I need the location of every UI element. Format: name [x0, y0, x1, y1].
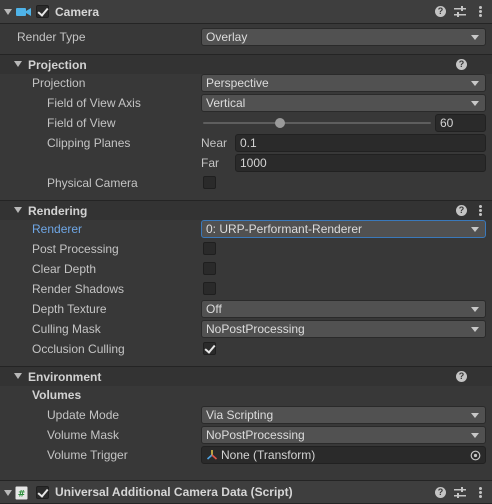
object-picker-icon[interactable] [470, 450, 481, 461]
additional-enabled-checkbox[interactable] [36, 486, 49, 499]
clipping-planes-label: Clipping Planes [47, 136, 131, 150]
render-shadows-checkbox[interactable] [203, 282, 216, 295]
environment-section-header[interactable]: Environment ? [0, 366, 492, 386]
help-icon[interactable]: ? [456, 59, 467, 70]
near-label: Near [201, 136, 228, 150]
help-icon[interactable]: ? [435, 487, 446, 498]
volume-mask-label: Volume Mask [47, 428, 120, 442]
fov-axis-value: Vertical [206, 96, 246, 110]
chevron-down-icon [471, 433, 479, 438]
transform-icon [206, 450, 218, 460]
occlusion-culling-label: Occlusion Culling [32, 342, 125, 356]
update-mode-label: Update Mode [47, 408, 120, 422]
far-value: 1000 [240, 156, 267, 170]
rendering-section-title: Rendering [28, 203, 88, 218]
chevron-down-icon [471, 413, 479, 418]
foldout-arrow-icon[interactable] [14, 61, 22, 67]
depth-texture-value: Off [206, 302, 222, 316]
chevron-down-icon [471, 81, 479, 86]
foldout-arrow-icon[interactable] [14, 373, 22, 379]
presets-icon[interactable] [454, 6, 466, 18]
renderer-value: 0: URP-Performant-Renderer [206, 222, 363, 236]
help-icon[interactable]: ? [456, 371, 467, 382]
kebab-menu-icon[interactable] [479, 487, 482, 498]
render-shadows-label: Render Shadows [32, 282, 125, 296]
chevron-down-icon [471, 327, 479, 332]
help-icon[interactable]: ? [456, 205, 467, 216]
camera-enabled-checkbox[interactable] [36, 5, 49, 18]
projection-label: Projection [32, 76, 86, 90]
chevron-down-icon [471, 101, 479, 106]
clear-depth-checkbox[interactable] [203, 262, 216, 275]
render-type-value: Overlay [206, 30, 248, 44]
kebab-menu-icon[interactable] [479, 205, 482, 216]
projection-section-header[interactable]: Projection ? [0, 54, 492, 74]
rendering-section-header[interactable]: Rendering ? [0, 200, 492, 220]
volume-trigger-label: Volume Trigger [47, 448, 128, 462]
clear-depth-label: Clear Depth [32, 262, 97, 276]
far-label: Far [201, 156, 219, 170]
fov-value: 60 [440, 116, 454, 130]
help-icon[interactable]: ? [435, 6, 446, 17]
fov-label: Field of View [47, 116, 116, 130]
volume-mask-value: NoPostProcessing [206, 428, 305, 442]
volumes-label: Volumes [32, 388, 82, 402]
post-processing-checkbox[interactable] [203, 242, 216, 255]
chevron-down-icon [471, 35, 479, 40]
additional-component-title: Universal Additional Camera Data (Script… [55, 485, 293, 499]
update-mode-dropdown[interactable]: Via Scripting [201, 406, 486, 424]
volume-mask-dropdown[interactable]: NoPostProcessing [201, 426, 486, 444]
depth-texture-label: Depth Texture [32, 302, 107, 316]
projection-dropdown[interactable]: Perspective [201, 74, 486, 92]
render-type-label: Render Type [17, 30, 86, 44]
kebab-menu-icon[interactable] [479, 6, 482, 17]
fov-slider-thumb[interactable] [275, 118, 285, 128]
volume-trigger-value: None (Transform) [221, 448, 316, 462]
camera-component-header[interactable]: Camera ? [0, 0, 492, 24]
projection-value: Perspective [206, 76, 269, 90]
foldout-arrow-icon[interactable] [14, 207, 22, 213]
script-icon: # [15, 486, 28, 500]
renderer-dropdown[interactable]: 0: URP-Performant-Renderer [201, 220, 486, 238]
foldout-arrow-icon[interactable] [4, 490, 12, 496]
post-processing-label: Post Processing [32, 242, 119, 256]
fov-axis-dropdown[interactable]: Vertical [201, 94, 486, 112]
fov-slider-track[interactable] [203, 122, 431, 124]
near-value: 0.1 [240, 136, 257, 150]
render-type-dropdown[interactable]: Overlay [201, 28, 486, 46]
physical-camera-label: Physical Camera [47, 176, 138, 190]
environment-section-title: Environment [28, 369, 102, 384]
update-mode-value: Via Scripting [206, 408, 274, 422]
culling-mask-value: NoPostProcessing [206, 322, 305, 336]
camera-component-title: Camera [55, 4, 100, 19]
culling-mask-label: Culling Mask [32, 322, 101, 336]
occlusion-culling-checkbox[interactable] [203, 342, 216, 355]
volume-trigger-field[interactable]: None (Transform) [201, 446, 486, 464]
foldout-arrow-icon[interactable] [4, 9, 12, 15]
chevron-down-icon [471, 227, 479, 232]
physical-camera-checkbox[interactable] [203, 176, 216, 189]
projection-section-title: Projection [28, 57, 87, 72]
camera-icon [16, 8, 31, 16]
chevron-down-icon [471, 307, 479, 312]
depth-texture-dropdown[interactable]: Off [201, 300, 486, 318]
culling-mask-dropdown[interactable]: NoPostProcessing [201, 320, 486, 338]
fov-axis-label: Field of View Axis [47, 96, 141, 110]
fov-input[interactable]: 60 [435, 114, 486, 132]
renderer-label: Renderer [32, 222, 83, 236]
presets-icon[interactable] [454, 487, 466, 499]
near-input[interactable]: 0.1 [235, 134, 486, 152]
additional-camera-data-header[interactable]: # Universal Additional Camera Data (Scri… [0, 480, 492, 504]
far-input[interactable]: 1000 [235, 154, 486, 172]
svg-text:#: # [18, 490, 26, 500]
